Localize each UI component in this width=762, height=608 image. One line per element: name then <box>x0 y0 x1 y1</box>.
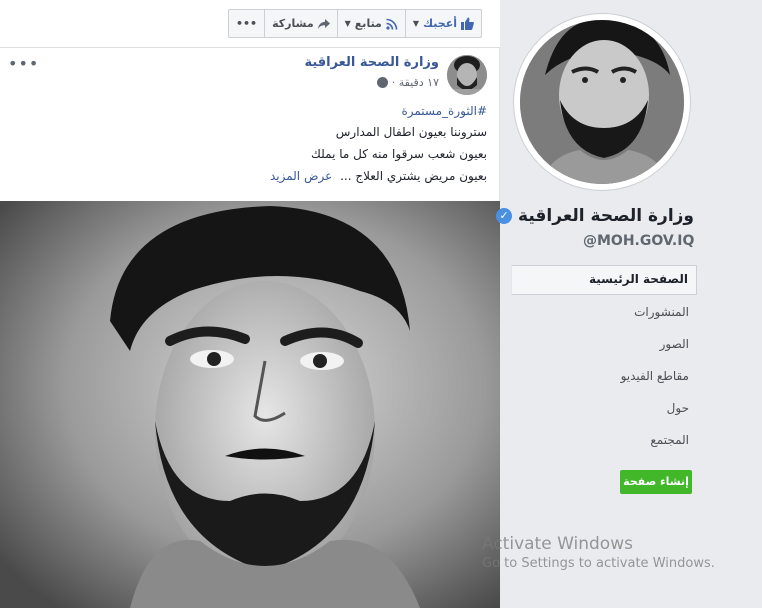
chevron-down-icon: ▼ <box>344 19 351 28</box>
follow-button[interactable]: ▼ متابع <box>336 10 405 37</box>
portrait-sketch-image <box>0 201 500 608</box>
post-meta: وزارة الصحة العراقية ١٧ دقيقة · <box>304 55 439 89</box>
page-name[interactable]: وزارة الصحة العراقية <box>518 206 694 226</box>
more-actions-button[interactable]: ••• <box>229 10 264 37</box>
post-line-2: بعيون شعب سرقوا منه كل ما يملك <box>311 147 487 161</box>
page-username: @MOH.GOV.IQ <box>583 233 695 249</box>
post-line-3: بعيون مريض يشتري العلاج ... عرض المزيد <box>17 168 487 184</box>
thumbs-up-icon <box>460 17 474 30</box>
post-timestamp[interactable]: ١٧ دقيقة · <box>392 76 439 89</box>
nav-item-posts[interactable]: المنشورات <box>511 297 697 329</box>
post-card: ••• مشاركة ▼ متابع ▼ أعجبك ••• وزارة الص… <box>0 0 500 608</box>
post-author-name[interactable]: وزارة الصحة العراقية <box>304 55 439 70</box>
share-label: مشاركة <box>272 17 314 30</box>
avatar-portrait-image <box>447 55 487 95</box>
page-action-group: ••• مشاركة ▼ متابع ▼ أعجبك <box>228 9 482 38</box>
page-sidebar: وزارة الصحة العراقية ✓ @MOH.GOV.IQ الصفح… <box>496 0 762 608</box>
hashtag-link[interactable]: #الثورة_مستمرة <box>17 104 487 118</box>
nav-item-about[interactable]: حول <box>511 393 697 425</box>
profile-picture[interactable] <box>520 20 684 184</box>
nav-item-photos[interactable]: الصور <box>511 329 697 361</box>
verified-badge-icon: ✓ <box>496 208 513 224</box>
more-label: ••• <box>236 17 258 30</box>
chevron-down-icon: ▼ <box>412 19 420 28</box>
post-header: وزارة الصحة العراقية ١٧ دقيقة · <box>304 55 487 95</box>
nav-item-home[interactable]: الصفحة الرئيسية <box>511 265 697 295</box>
like-button[interactable]: ▼ أعجبك <box>404 10 481 37</box>
post-author-avatar[interactable] <box>447 55 487 95</box>
post-timestamp-row: ١٧ دقيقة · <box>304 76 439 89</box>
page-name-row: وزارة الصحة العراقية ✓ <box>496 206 694 226</box>
post-line-3-text: بعيون مريض يشتري العلاج ... <box>340 169 487 183</box>
share-icon <box>317 18 330 29</box>
profile-portrait-image <box>520 20 684 184</box>
share-button[interactable]: مشاركة <box>264 10 337 37</box>
post-menu-icon[interactable]: ••• <box>8 54 39 73</box>
nav-item-community[interactable]: المجتمع <box>511 425 697 457</box>
see-more-link[interactable]: عرض المزيد <box>270 169 332 183</box>
post-body: #الثورة_مستمرة ستروننا بعيون اطفال المدا… <box>17 104 487 184</box>
profile-picture-frame <box>514 14 690 190</box>
create-page-button[interactable]: إنشاء صفحة <box>620 470 692 494</box>
rss-icon <box>386 18 398 30</box>
post-line-1: ستروننا بعيون اطفال المدارس <box>335 125 487 139</box>
page-action-bar: ••• مشاركة ▼ متابع ▼ أعجبك <box>0 0 500 48</box>
globe-icon <box>376 77 388 88</box>
post-photo[interactable] <box>0 201 500 608</box>
follow-label: متابع <box>354 17 382 30</box>
page-nav: الصفحة الرئيسية المنشورات الصور مقاطع ال… <box>511 265 697 457</box>
like-label: أعجبك <box>423 17 457 30</box>
nav-item-videos[interactable]: مقاطع الفيديو <box>511 361 697 393</box>
